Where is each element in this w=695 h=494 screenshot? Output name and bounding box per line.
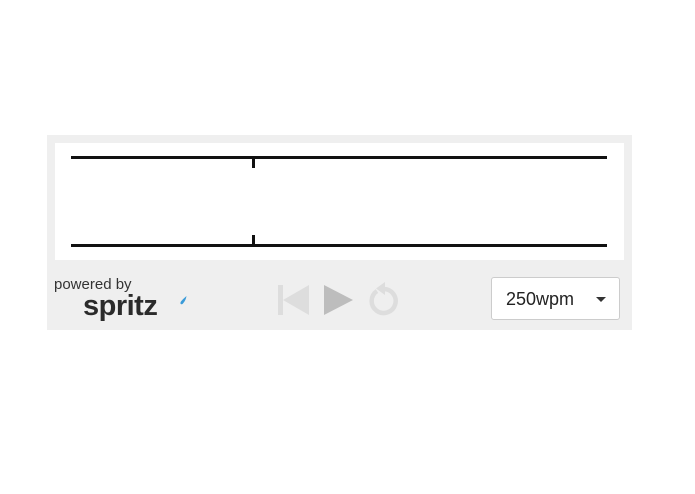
- play-icon: [324, 285, 353, 315]
- powered-by-spritz[interactable]: powered by spritz: [54, 276, 194, 324]
- play-button[interactable]: [322, 280, 356, 320]
- restart-icon: [369, 282, 398, 316]
- speed-select[interactable]: 250wpm: [491, 277, 620, 320]
- spritz-drop-icon: [180, 296, 187, 305]
- word-display: [71, 163, 607, 239]
- chevron-down-icon: [596, 297, 606, 302]
- bottom-guide-line: [71, 244, 607, 247]
- spritz-logo: spritz: [83, 290, 158, 322]
- skip-back-icon: [278, 285, 309, 315]
- playback-controls: [275, 280, 405, 320]
- top-guide-line: [71, 156, 607, 159]
- spritz-widget: powered by spritz 250wpm: [47, 135, 632, 330]
- reader-panel: [55, 143, 624, 260]
- speed-value: 250wpm: [506, 289, 575, 309]
- bottom-focus-tick: [252, 235, 255, 244]
- restart-button[interactable]: [366, 280, 400, 320]
- back-button[interactable]: [275, 280, 311, 320]
